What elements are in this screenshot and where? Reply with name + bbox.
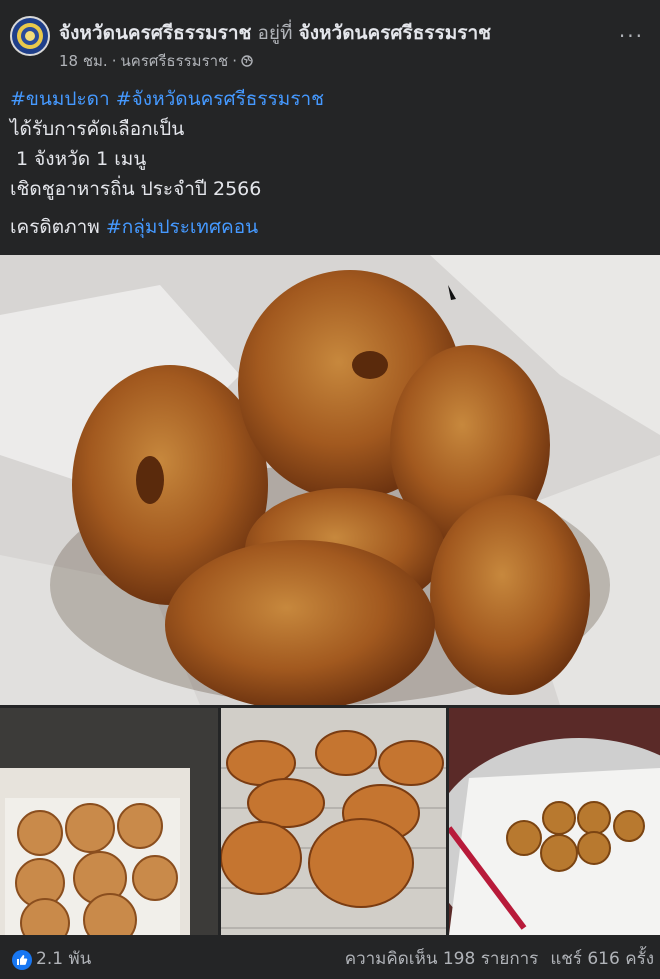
hashtag-link[interactable]: #ขนมปะดา bbox=[10, 88, 110, 110]
thumbnail-photo[interactable] bbox=[221, 708, 446, 935]
main-photo[interactable] bbox=[0, 255, 660, 705]
thumb-up-icon bbox=[17, 955, 28, 965]
hashtag-link[interactable]: #กลุ่มประเทศคอน bbox=[106, 216, 258, 238]
tray-photo bbox=[449, 708, 660, 935]
post-header: จังหวัดนครศรีธรรมราช อยู่ที่ จังหวัดนครศ… bbox=[0, 0, 660, 80]
timestamp[interactable]: 18 ชม. bbox=[59, 50, 108, 72]
page-avatar[interactable] bbox=[10, 16, 50, 56]
location-link[interactable]: จังหวัดนครศรีธรรมราช bbox=[299, 22, 491, 44]
seal-icon bbox=[17, 23, 43, 49]
globe-icon[interactable] bbox=[241, 55, 253, 67]
at-label: อยู่ที่ bbox=[257, 22, 293, 44]
place-link[interactable]: นครศรีธรรมราช bbox=[120, 50, 228, 72]
post-title: จังหวัดนครศรีธรรมราช อยู่ที่ จังหวัดนครศ… bbox=[59, 20, 491, 46]
post-text-line: ได้รับการคัดเลือกเป็น bbox=[10, 118, 185, 140]
credit-label: เครดิตภาพ bbox=[10, 216, 100, 238]
hashtag-link[interactable]: #จังหวัดนครศรีธรรมราช bbox=[116, 88, 324, 110]
share-count[interactable]: แชร์ 616 ครั้ง bbox=[550, 948, 654, 970]
box-photo bbox=[0, 708, 218, 935]
post-text-line: เชิดชูอาหารถิ่น ประจำปี 2566 bbox=[10, 178, 262, 200]
food-photo bbox=[0, 255, 660, 705]
author-link[interactable]: จังหวัดนครศรีธรรมราช bbox=[59, 22, 251, 44]
thumbnail-photo[interactable] bbox=[449, 708, 660, 935]
post-meta: 18 ชม. · นครศรีธรรมราช · bbox=[59, 50, 253, 72]
post-body: #ขนมปะดา #จังหวัดนครศรีธรรมราช ได้รับการ… bbox=[10, 84, 650, 242]
thumbnail-photo[interactable] bbox=[0, 708, 218, 935]
more-options-button[interactable]: ··· bbox=[619, 26, 644, 46]
hashtag-line: #ขนมปะดา #จังหวัดนครศรีธรรมราช bbox=[10, 84, 650, 114]
rack-photo bbox=[221, 708, 446, 935]
credit-line: เครดิตภาพ #กลุ่มประเทศคอน bbox=[10, 212, 650, 242]
reaction-count[interactable]: 2.1 พัน bbox=[36, 948, 91, 970]
meta-separator: · bbox=[111, 52, 117, 70]
post-text-line: 1 จังหวัด 1 เมนู bbox=[10, 148, 147, 170]
engagement-stats: ความคิดเห็น 198 รายการ แชร์ 616 ครั้ง bbox=[345, 948, 654, 970]
meta-separator-2: · bbox=[232, 52, 238, 70]
like-icon[interactable] bbox=[12, 950, 32, 970]
post-footer: 2.1 พัน ความคิดเห็น 198 รายการ แชร์ 616 … bbox=[0, 940, 660, 979]
comment-count[interactable]: ความคิดเห็น 198 รายการ bbox=[345, 948, 539, 970]
